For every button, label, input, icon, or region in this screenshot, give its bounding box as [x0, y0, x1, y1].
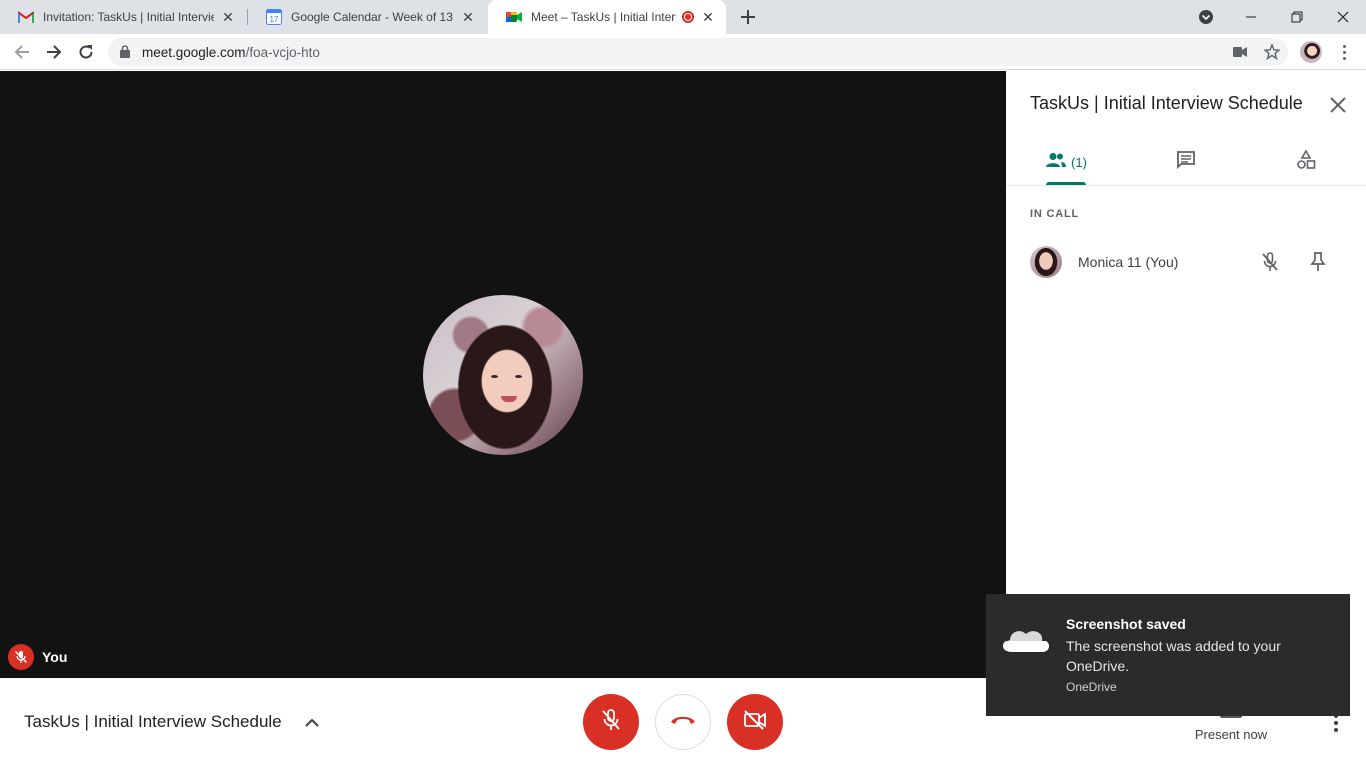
- camera-toggle-button[interactable]: [727, 694, 783, 750]
- close-icon[interactable]: [1324, 91, 1352, 119]
- in-call-heading: IN CALL: [1030, 208, 1079, 220]
- tab-title: Meet – TaskUs | Initial Intervi: [531, 10, 676, 24]
- tab-search-icon[interactable]: [1196, 7, 1216, 27]
- self-tile-label: You: [8, 644, 67, 670]
- tab-people[interactable]: (1): [1030, 139, 1102, 185]
- browser-tab-meet[interactable]: Meet – TaskUs | Initial Intervi ✕: [488, 0, 726, 34]
- video-stage: You: [0, 71, 1006, 678]
- tab-activities[interactable]: [1282, 139, 1330, 185]
- browser-tab-strip: Invitation: TaskUs | Initial Interview ✕…: [0, 0, 1366, 34]
- browser-tab-calendar[interactable]: 17 Google Calendar - Week of 13 Ju ✕: [248, 0, 486, 34]
- plus-icon[interactable]: [736, 5, 760, 29]
- mic-toggle-button[interactable]: [583, 694, 639, 750]
- star-icon[interactable]: [1264, 44, 1280, 60]
- chevron-up-icon[interactable]: [302, 712, 322, 732]
- close-window-icon[interactable]: [1320, 0, 1366, 34]
- people-icon: [1045, 152, 1067, 173]
- forward-arrow-icon[interactable]: [42, 40, 66, 64]
- notification-toast[interactable]: Screenshot saved The screenshot was adde…: [986, 594, 1350, 716]
- close-tab-icon[interactable]: ✕: [220, 9, 236, 25]
- close-tab-icon[interactable]: ✕: [460, 9, 476, 25]
- panel-tabs: (1): [1006, 139, 1366, 186]
- reload-icon[interactable]: [74, 40, 98, 64]
- calendar-icon-text: 17: [270, 15, 279, 24]
- toast-title: Screenshot saved: [1066, 616, 1186, 632]
- pin-icon[interactable]: [1306, 250, 1330, 274]
- participant-name: Monica 11 (You): [1078, 254, 1179, 270]
- tab-chat[interactable]: [1162, 139, 1210, 185]
- meeting-title[interactable]: TaskUs | Initial Interview Schedule: [24, 712, 282, 732]
- toast-body: The screenshot was added to your OneDriv…: [1066, 638, 1281, 674]
- mic-off-icon: [8, 644, 34, 670]
- minimize-icon[interactable]: [1228, 0, 1274, 34]
- back-arrow-icon[interactable]: [10, 40, 34, 64]
- onedrive-cloud-icon: [1002, 624, 1050, 658]
- details-panel: TaskUs | Initial Interview Schedule (1) …: [1006, 71, 1366, 678]
- url-path: /foa-vcjo-hto: [245, 45, 320, 60]
- profile-avatar[interactable]: [1300, 41, 1322, 63]
- tab-title: Google Calendar - Week of 13 Ju: [291, 10, 454, 24]
- present-now-label: Present now: [1194, 727, 1268, 742]
- calendar-icon: 17: [266, 9, 282, 25]
- hang-up-icon: [670, 713, 696, 731]
- mic-off-icon[interactable]: [1258, 250, 1282, 274]
- tab-title: Invitation: TaskUs | Initial Interview: [43, 10, 214, 24]
- meet-icon: [506, 9, 522, 25]
- leave-call-button[interactable]: [655, 694, 711, 750]
- panel-title: TaskUs | Initial Interview Schedule: [1030, 93, 1303, 113]
- gmail-icon: [18, 9, 34, 25]
- people-count: (1): [1071, 154, 1087, 170]
- chat-icon: [1176, 150, 1196, 175]
- restore-icon[interactable]: [1274, 0, 1320, 34]
- close-tab-icon[interactable]: ✕: [700, 9, 716, 25]
- url-text: meet.google.com/foa-vcjo-hto: [142, 45, 320, 60]
- url-host: meet.google.com: [142, 45, 246, 60]
- toast-source: OneDrive: [1066, 680, 1117, 694]
- lock-icon[interactable]: [120, 45, 130, 63]
- address-bar[interactable]: meet.google.com/foa-vcjo-hto: [108, 38, 1288, 66]
- active-tab-indicator: [1046, 182, 1086, 185]
- self-avatar: [423, 295, 583, 455]
- camera-off-icon: [743, 709, 767, 735]
- participant-row: Monica 11 (You): [1030, 246, 1350, 278]
- activities-icon: [1296, 148, 1316, 175]
- mic-off-icon: [601, 708, 621, 736]
- self-name: You: [42, 649, 68, 665]
- browser-tab-gmail[interactable]: Invitation: TaskUs | Initial Interview ✕: [0, 0, 246, 34]
- recording-icon: [682, 11, 694, 23]
- camera-icon[interactable]: [1232, 44, 1248, 60]
- avatar: [1030, 246, 1062, 278]
- browser-toolbar: meet.google.com/foa-vcjo-hto: [0, 34, 1366, 70]
- menu-dots-icon[interactable]: [1334, 40, 1354, 64]
